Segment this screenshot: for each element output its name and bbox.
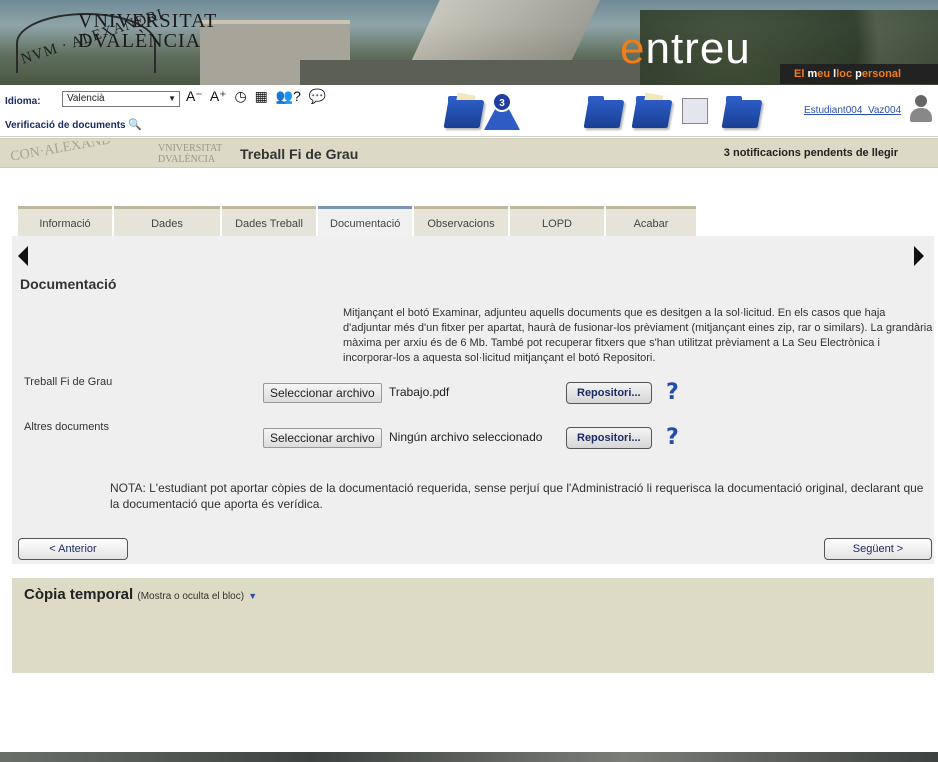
footer-strip: [0, 752, 938, 762]
mini-university-line2: DVALÈNCIA: [158, 154, 216, 165]
help-icon[interactable]: ?: [666, 380, 679, 405]
language-select[interactable]: Valencià ▼: [62, 91, 180, 107]
folder-home-icon[interactable]: [720, 92, 763, 130]
mini-seal: CON·ALEXAND: [10, 141, 113, 165]
previous-button[interactable]: < Anterior: [18, 538, 128, 560]
brand-rest: ntreu: [645, 24, 751, 73]
tab-lopd[interactable]: LOPD: [510, 206, 604, 236]
verification-link[interactable]: Verificació de documents 🔍: [5, 118, 142, 131]
header-banner: NVM · ALEXANDRI VNIVERSITAT DVALÈNCIA en…: [0, 0, 938, 85]
tab-observacions[interactable]: Observacions: [414, 206, 508, 236]
user-link[interactable]: Estudiant004_Vaz004: [804, 105, 901, 116]
decrease-font-icon[interactable]: A⁻: [186, 88, 203, 104]
repository-button[interactable]: Repositori...: [566, 427, 652, 449]
tab-informacio[interactable]: Informació: [18, 206, 112, 236]
select-file-button[interactable]: Seleccionar archivo: [263, 428, 382, 448]
page-title: Treball Fi de Grau: [240, 146, 359, 162]
folder-document-icon[interactable]: [442, 92, 485, 130]
tab-acabar[interactable]: Acabar: [606, 206, 696, 236]
mini-university-line1: VNIVERSITAT: [158, 143, 223, 154]
file-name: Trabajo.pdf: [389, 385, 450, 399]
chat-icon[interactable]: 💬: [309, 88, 326, 104]
next-arrow-icon[interactable]: [914, 246, 924, 266]
field-label-altres: Altres documents: [24, 421, 109, 433]
university-logo[interactable]: NVM · ALEXANDRI VNIVERSITAT DVALÈNCIA: [8, 5, 258, 75]
section-title: Documentació: [20, 276, 117, 292]
note-text: NOTA: L'estudiant pot aportar còpies de …: [110, 481, 924, 511]
accessibility-tools: A⁻ A⁺ ◷ ▦ 👥? 💬: [186, 88, 330, 105]
user-avatar-icon[interactable]: [908, 95, 934, 125]
language-label: Idioma:: [5, 96, 41, 107]
file-name: Ningún archivo seleccionado: [389, 430, 543, 444]
documentation-panel: [12, 236, 934, 564]
repository-button[interactable]: Repositori...: [566, 382, 652, 404]
tagline: El meu lloc personal: [780, 64, 938, 84]
search-icon: 🔍: [128, 119, 143, 131]
brand-logo: entreu: [620, 24, 751, 74]
info-text: Mitjançant el botó Examinar, adjunteu aq…: [343, 307, 933, 364]
toolbar: Idioma: Valencià ▼ A⁻ A⁺ ◷ ▦ 👥? 💬 Verific…: [0, 85, 938, 137]
university-name: VNIVERSITAT DVALÈNCIA: [78, 11, 217, 51]
tab-bar: Informació Dades Personals Dades Treball…: [18, 206, 698, 260]
notification-badge: 3: [492, 92, 512, 112]
mini-university-logo: CON·ALEXAND VNIVERSITAT DVALÈNCIA: [10, 141, 225, 167]
brand-first-letter: e: [620, 24, 646, 73]
next-button[interactable]: Següent >: [824, 538, 932, 560]
university-name-line2: DVALÈNCIA: [78, 30, 202, 52]
select-file-button[interactable]: Seleccionar archivo: [263, 383, 382, 403]
temporary-copy-header[interactable]: Còpia temporal (Mostra o oculta el bloc)…: [24, 586, 257, 603]
verification-label: Verificació de documents: [5, 120, 126, 131]
language-value: Valencià: [67, 93, 105, 104]
folder-list-icon[interactable]: [630, 92, 673, 130]
temporary-copy-subtitle: (Mostra o oculta el bloc): [137, 591, 245, 602]
calendar-icon[interactable]: ▦: [255, 88, 268, 104]
toggle-arrow-icon[interactable]: ▼: [248, 591, 257, 601]
tab-dades-treball[interactable]: Dades Treball: [222, 206, 316, 236]
clock-icon[interactable]: ◷: [234, 88, 246, 104]
title-bar: CON·ALEXAND VNIVERSITAT DVALÈNCIA Treball…: [0, 138, 938, 168]
tab-documentacio[interactable]: Documentació: [318, 206, 412, 237]
field-label-treball: Treball Fi de Grau: [24, 376, 113, 388]
chevron-down-icon: ▼: [168, 94, 176, 103]
tab-dades-personals[interactable]: Dades Personals: [114, 206, 220, 260]
increase-font-icon[interactable]: A⁺: [210, 88, 227, 104]
mini-university-name: VNIVERSITAT DVALÈNCIA: [158, 143, 222, 165]
help-icon[interactable]: ?: [666, 425, 679, 450]
temporary-copy-block: Còpia temporal (Mostra o oculta el bloc)…: [12, 578, 934, 673]
university-name-line1: VNIVERSITAT: [78, 10, 218, 32]
notifications-text[interactable]: 3 notificacions pendents de llegir: [724, 147, 898, 159]
document-arrow-icon[interactable]: [676, 92, 718, 130]
previous-arrow-icon[interactable]: [18, 246, 28, 266]
folder-settings-icon[interactable]: [582, 92, 625, 130]
temporary-copy-title: Còpia temporal: [24, 586, 134, 603]
users-help-icon[interactable]: 👥?: [276, 88, 301, 104]
